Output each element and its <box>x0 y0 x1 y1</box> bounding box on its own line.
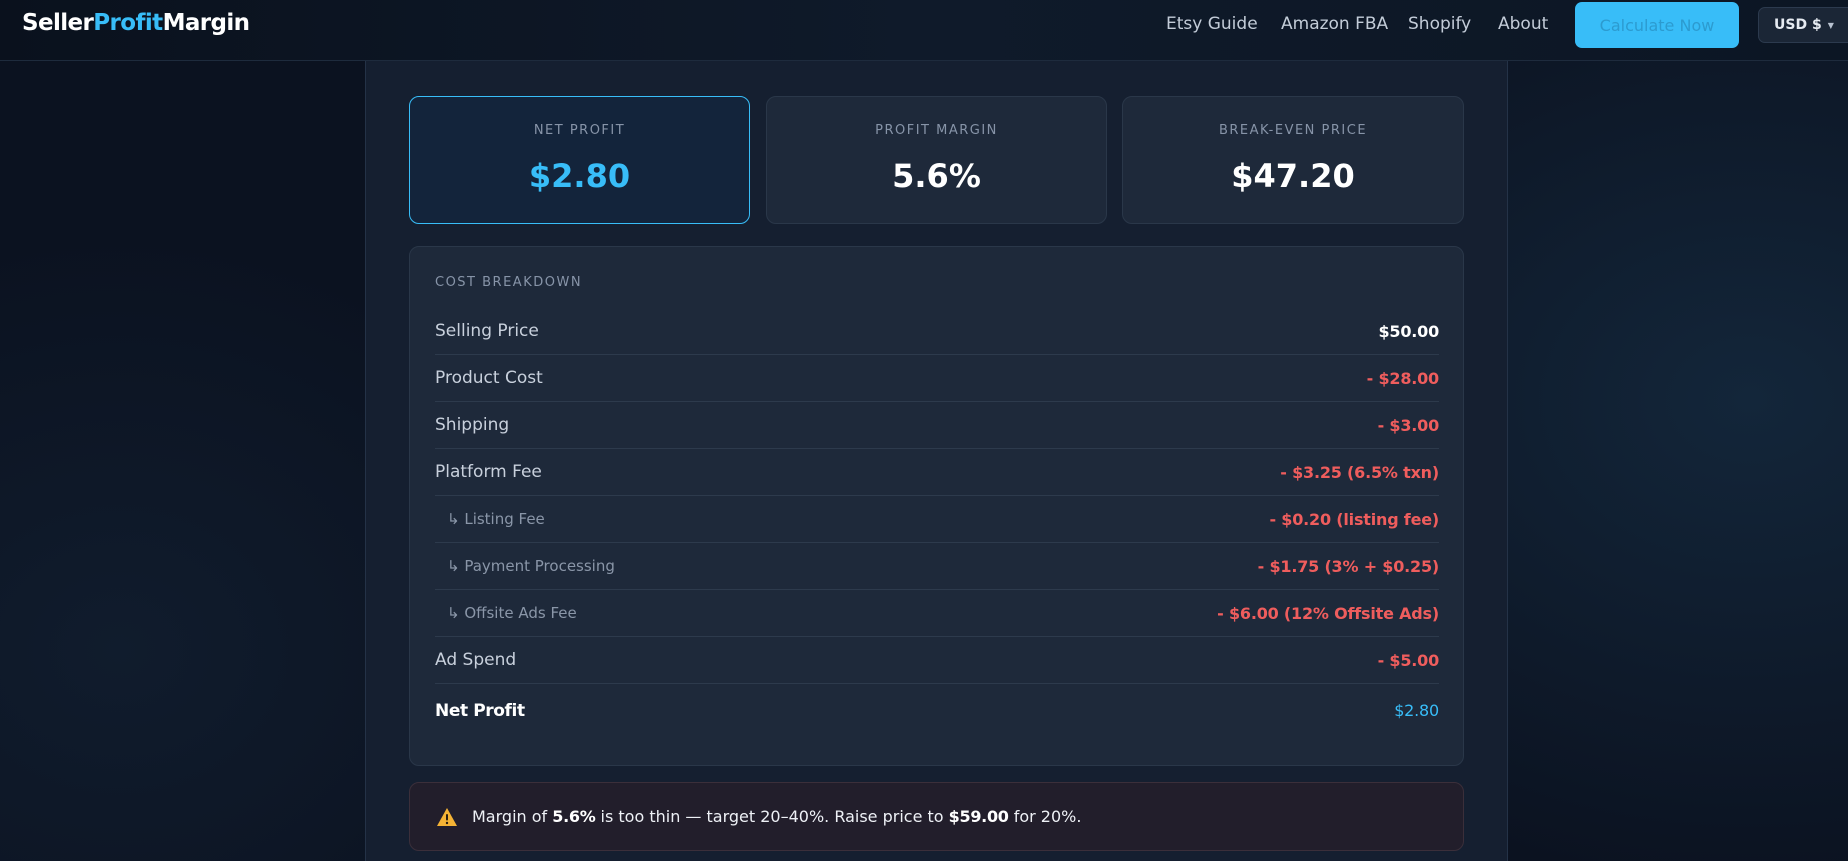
net-profit-value: $2.80 <box>528 157 631 195</box>
breakdown-row-shipping: Shipping - $3.00 <box>435 402 1439 449</box>
breakdown-row-ad-spend: Ad Spend - $5.00 <box>435 637 1439 684</box>
site-logo[interactable]: Seller Profit Margin <box>22 10 250 36</box>
break-even-value: $47.20 <box>1231 157 1355 195</box>
breakdown-row-payment-processing: ↳ Payment Processing - $1.75 (3% + $0.25… <box>435 543 1439 590</box>
breakdown-value: $50.00 <box>1378 321 1439 341</box>
warning-icon <box>437 807 457 826</box>
breakdown-label: ↳ Payment Processing <box>447 557 615 575</box>
currency-label: USD $ <box>1774 17 1822 33</box>
calculate-now-button[interactable]: Calculate Now <box>1575 2 1739 48</box>
cost-breakdown-card: COST BREAKDOWN Selling Price $50.00 Prod… <box>409 246 1464 766</box>
alert-margin-value: 5.6% <box>552 807 596 826</box>
breakdown-value: - $28.00 <box>1366 368 1440 388</box>
nav-about[interactable]: About <box>1498 14 1548 34</box>
alert-message: Margin of 5.6% is too thin — target 20–4… <box>472 807 1081 826</box>
chevron-down-icon: ▼ <box>1827 20 1834 30</box>
profit-margin-value: 5.6% <box>892 157 981 195</box>
breakdown-row-net-profit: Net Profit $2.80 <box>435 687 1439 734</box>
net-profit-label: NET PROFIT <box>533 123 626 138</box>
breakdown-row-product-cost: Product Cost - $28.00 <box>435 355 1439 402</box>
cost-breakdown-title: COST BREAKDOWN <box>435 275 583 290</box>
breakdown-label: ↳ Listing Fee <box>447 510 545 528</box>
nav-shopify[interactable]: Shopify <box>1408 14 1471 34</box>
break-even-label: BREAK-EVEN PRICE <box>1218 123 1368 138</box>
breakdown-label: Selling Price <box>435 321 539 341</box>
break-even-card: BREAK-EVEN PRICE $47.20 <box>1122 96 1464 224</box>
breakdown-value: - $3.25 (6.5% txn) <box>1280 462 1439 482</box>
nav-etsy-guide[interactable]: Etsy Guide <box>1166 14 1258 34</box>
alert-target-price: $59.00 <box>948 807 1009 826</box>
breakdown-label: Ad Spend <box>435 650 517 670</box>
breakdown-value: - $0.20 (listing fee) <box>1269 509 1439 529</box>
alert-middle: is too thin — target 20–40%. Raise price… <box>595 807 949 826</box>
breakdown-value: $2.80 <box>1394 701 1439 720</box>
breakdown-row-offsite-ads-fee: ↳ Offsite Ads Fee - $6.00 (12% Offsite A… <box>435 590 1439 637</box>
breakdown-row-platform-fee: Platform Fee - $3.25 (6.5% txn) <box>435 449 1439 496</box>
logo-part-margin: Margin <box>162 10 250 36</box>
logo-part-seller: Seller <box>22 10 94 36</box>
breakdown-label: Shipping <box>435 415 510 435</box>
breakdown-label: Net Profit <box>435 700 525 721</box>
alert-prefix: Margin of <box>472 807 553 826</box>
profit-margin-card: PROFIT MARGIN 5.6% <box>766 96 1107 224</box>
breakdown-value: - $6.00 (12% Offsite Ads) <box>1217 603 1439 623</box>
breakdown-row-listing-fee: ↳ Listing Fee - $0.20 (listing fee) <box>435 496 1439 543</box>
site-header: Seller Profit Margin Etsy Guide Amazon F… <box>0 0 1848 61</box>
profit-margin-label: PROFIT MARGIN <box>875 123 998 138</box>
currency-select[interactable]: USD $ ▼ <box>1758 7 1848 43</box>
breakdown-value: - $3.00 <box>1377 415 1440 435</box>
breakdown-label: Platform Fee <box>435 462 542 482</box>
alert-suffix: for 20%. <box>1008 807 1082 826</box>
breakdown-label: Product Cost <box>435 368 543 388</box>
breakdown-row-selling-price: Selling Price $50.00 <box>435 308 1439 355</box>
breakdown-label: ↳ Offsite Ads Fee <box>447 604 577 622</box>
nav-amazon-fba[interactable]: Amazon FBA <box>1281 14 1388 34</box>
breakdown-value: - $1.75 (3% + $0.25) <box>1257 556 1440 576</box>
breakdown-value: - $5.00 <box>1377 650 1440 670</box>
margin-warning-alert: Margin of 5.6% is too thin — target 20–4… <box>409 782 1464 851</box>
logo-part-profit: Profit <box>93 10 163 36</box>
net-profit-card: NET PROFIT $2.80 <box>409 96 750 224</box>
